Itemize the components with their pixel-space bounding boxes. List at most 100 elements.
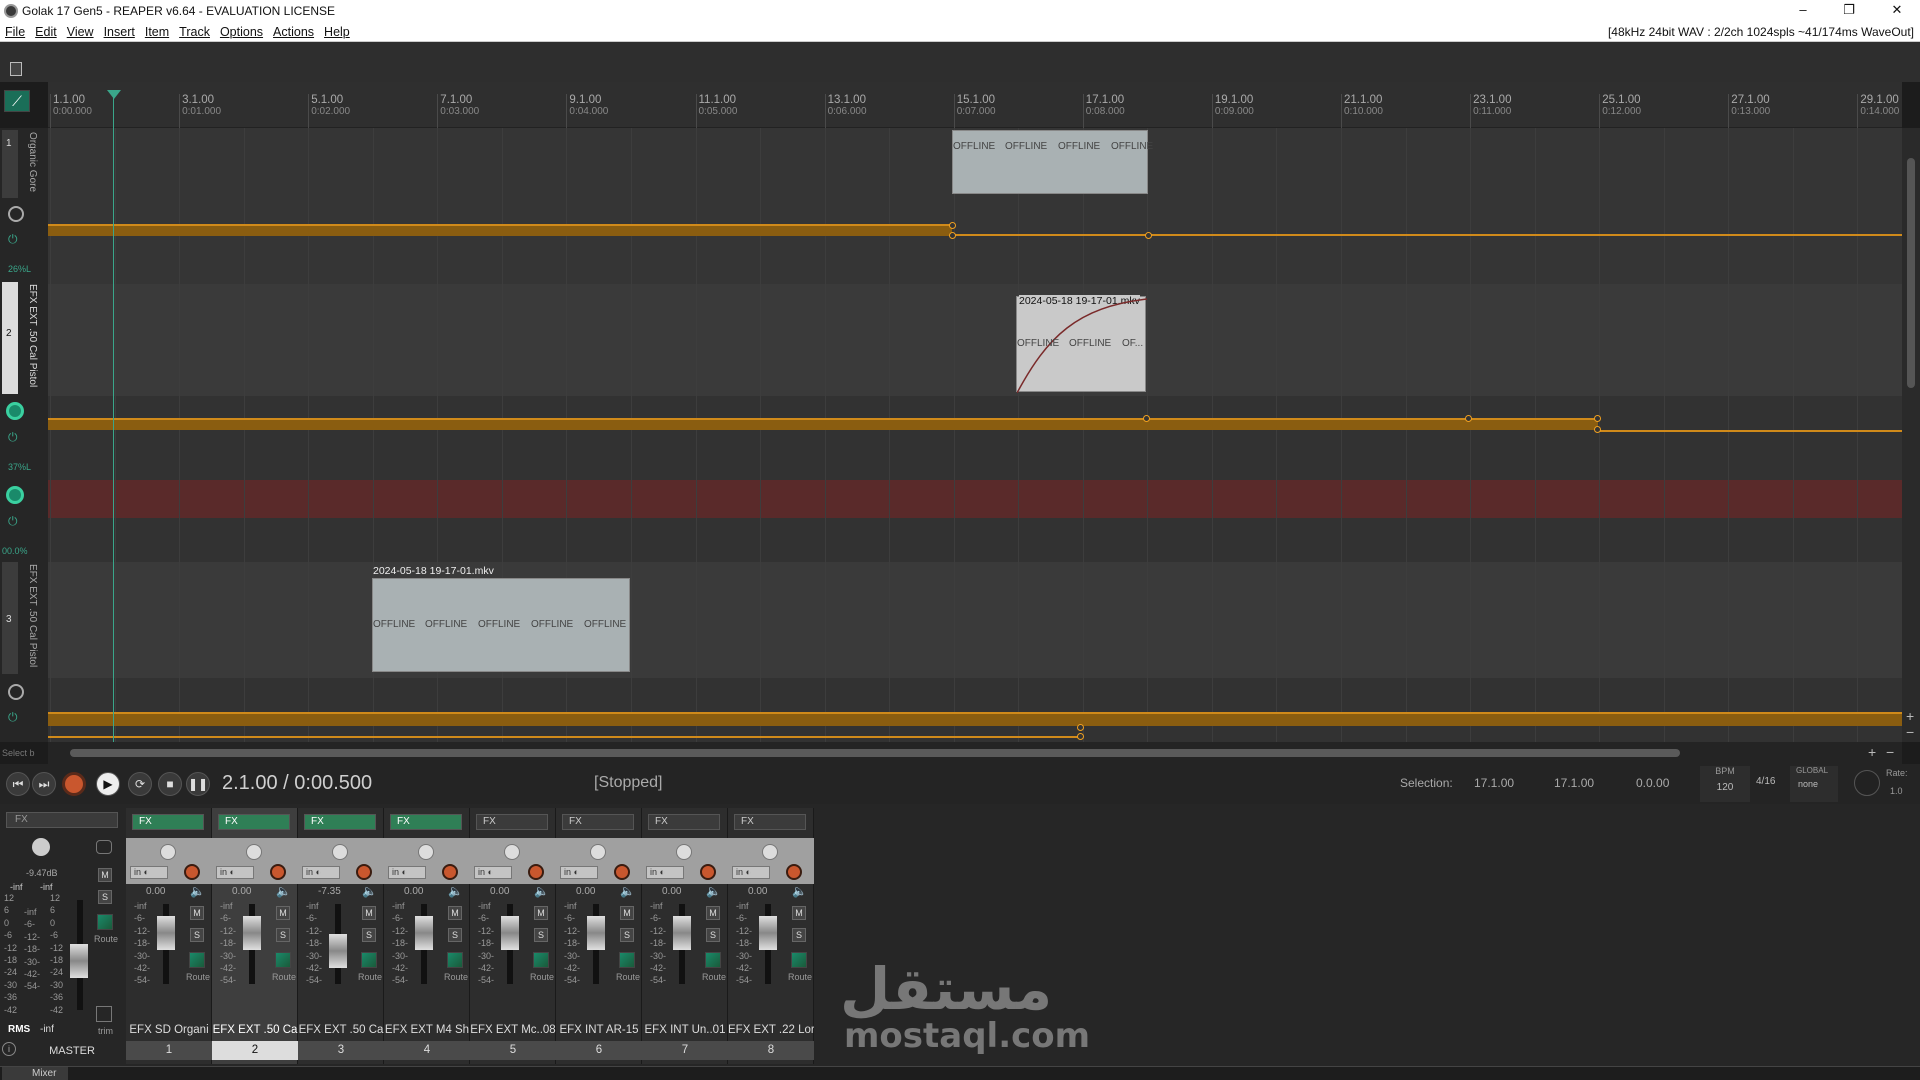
envelope-line[interactable]	[48, 736, 1080, 738]
envelope-point[interactable]	[1145, 232, 1152, 239]
envelope-point[interactable]	[1077, 733, 1084, 740]
input-select[interactable]: in ◐	[216, 866, 254, 879]
mute-button[interactable]: M	[448, 906, 462, 920]
ruler-label[interactable]: 17.1.00 0:08.000	[1083, 94, 1125, 118]
track-name[interactable]: EFX INT Un..01	[642, 1024, 728, 1036]
ruler-label[interactable]: 25.1.00 0:12.000	[1599, 94, 1641, 118]
volume-readout[interactable]: 0.00	[490, 886, 509, 897]
pan-knob[interactable]	[590, 844, 606, 860]
channel-strip[interactable]: FX in ◐ 0.00 🔈 -inf -6- -12- -18- -30- -…	[470, 808, 556, 1064]
global-automation-box[interactable]: GLOBAL none	[1790, 766, 1838, 802]
envelope-point[interactable]	[1594, 415, 1601, 422]
stop-button[interactable]: ■	[158, 772, 182, 796]
go-to-start-button[interactable]: ⏮	[6, 772, 30, 796]
envelope-icon[interactable]	[791, 952, 807, 968]
master-volume-db[interactable]: -9.47dB	[26, 868, 58, 878]
ruler-label[interactable]: 3.1.00 0:01.000	[179, 94, 221, 118]
solo-button[interactable]: S	[190, 928, 204, 942]
speaker-icon[interactable]: 🔈	[362, 884, 377, 898]
fx-button[interactable]: FX	[562, 814, 634, 830]
mute-button[interactable]: M	[190, 906, 204, 920]
menu-options[interactable]: Options	[215, 22, 268, 42]
input-select[interactable]: in ◐	[732, 866, 770, 879]
envelope-arm-icon[interactable]	[6, 486, 24, 504]
channel-strip[interactable]: FX in ◐ 0.00 🔈 -inf -6- -12- -18- -30- -…	[126, 808, 212, 1064]
envelope-point[interactable]	[1465, 415, 1472, 422]
close-button[interactable]: ✕	[1874, 0, 1920, 22]
menu-help[interactable]: Help	[319, 22, 355, 42]
selection-length[interactable]: 0.0.00	[1636, 776, 1669, 790]
envelope-line[interactable]	[952, 234, 1902, 236]
mute-button[interactable]: M	[620, 906, 634, 920]
pan-knob[interactable]	[762, 844, 778, 860]
record-button[interactable]	[62, 772, 86, 796]
vertical-scrollbar[interactable]: + −	[1902, 128, 1920, 742]
ruler-label[interactable]: 23.1.00 0:11.000	[1470, 94, 1511, 118]
track-2-number[interactable]: 2	[2, 282, 18, 394]
volume-readout[interactable]: 0.00	[748, 886, 767, 897]
envelope-point[interactable]	[1594, 426, 1601, 433]
record-arm-icon[interactable]	[8, 684, 24, 700]
speaker-icon[interactable]: 🔈	[276, 884, 291, 898]
go-to-end-button[interactable]: ⏭	[32, 772, 56, 796]
vertical-scroll-thumb[interactable]	[1907, 158, 1915, 388]
track-number[interactable]: 4	[384, 1041, 470, 1060]
track-number[interactable]: 3	[298, 1041, 384, 1060]
new-project-icon[interactable]	[10, 62, 22, 76]
solo-button[interactable]: S	[792, 928, 806, 942]
track-1-name[interactable]: Organic Gore	[24, 132, 38, 198]
envelope-icon[interactable]	[533, 952, 549, 968]
track-name[interactable]: EFX INT AR-15	[556, 1024, 642, 1036]
fx-button[interactable]: FX	[390, 814, 462, 830]
input-select[interactable]: in ◐	[560, 866, 598, 879]
envelope-line[interactable]	[1598, 430, 1902, 432]
time-signature[interactable]: 4/16	[1756, 776, 1775, 787]
fx-bypass-icon[interactable]: ⏻	[8, 430, 18, 445]
volume-fader[interactable]	[329, 934, 347, 968]
pan-knob[interactable]	[504, 844, 520, 860]
envelope-icon[interactable]	[705, 952, 721, 968]
rate-value[interactable]: 1.0	[1890, 786, 1903, 796]
speaker-icon[interactable]: 🔈	[706, 884, 721, 898]
media-item-track3[interactable]: 2024-05-18 19-17-01.mkv OFFLINE OFFLINE …	[372, 565, 630, 672]
channel-strip[interactable]: FX in ◐ 0.00 🔈 -inf -6- -12- -18- -30- -…	[728, 808, 814, 1064]
maximize-button[interactable]: ❐	[1826, 0, 1872, 22]
volume-readout[interactable]: 0.00	[232, 886, 251, 897]
envelope-segment[interactable]	[48, 712, 1902, 726]
ruler-label[interactable]: 27.1.00 0:13.000	[1728, 94, 1770, 118]
channel-strip[interactable]: FX in ◐ -7.35 🔈 -inf -6- -12- -18- -30- …	[298, 808, 384, 1064]
envelope-icon[interactable]	[275, 952, 291, 968]
input-select[interactable]: in ◐	[474, 866, 512, 879]
ruler-label[interactable]: 1.1.00 0:00.000	[50, 94, 92, 118]
route-button[interactable]: Route	[444, 972, 468, 982]
solo-button[interactable]: S	[620, 928, 634, 942]
master-fx-button[interactable]: FX	[6, 812, 118, 828]
mixer-tab[interactable]: Mixer	[2, 1067, 68, 1080]
media-item-track1[interactable]: OFFLINE OFFLINE OFFLINE OFFLINE	[952, 130, 1153, 194]
track-number[interactable]: 7	[642, 1041, 728, 1060]
ruler-label[interactable]: 9.1.00 0:04.000	[566, 94, 608, 118]
menu-view[interactable]: View	[62, 22, 99, 42]
route-button[interactable]: Route	[702, 972, 726, 982]
track-name[interactable]: EFX SD Organi	[126, 1024, 212, 1036]
envelope-point[interactable]	[949, 222, 956, 229]
track-lane-gap[interactable]	[48, 518, 1902, 562]
track-number[interactable]: 1	[126, 1041, 212, 1060]
volume-readout[interactable]: 0.00	[576, 886, 595, 897]
master-name[interactable]: MASTER	[20, 1042, 124, 1060]
horizontal-scrollbar[interactable]: + −	[48, 742, 1902, 764]
fx-button[interactable]: FX	[476, 814, 548, 830]
master-route-button[interactable]: Route	[94, 934, 118, 944]
track-number[interactable]: 8	[728, 1041, 814, 1060]
envelope-icon[interactable]	[447, 952, 463, 968]
volume-readout[interactable]: 0.00	[146, 886, 165, 897]
track-lane-2[interactable]	[48, 284, 1902, 396]
playhead[interactable]	[113, 92, 114, 742]
play-button[interactable]: ▶	[96, 772, 120, 796]
volume-fader[interactable]	[415, 916, 433, 950]
mute-button[interactable]: M	[706, 906, 720, 920]
envelope-point[interactable]	[1077, 724, 1084, 731]
track-name[interactable]: EFX EXT .50 Ca	[212, 1024, 298, 1036]
horizontal-scroll-thumb[interactable]	[70, 749, 1680, 757]
ruler-label[interactable]: 15.1.00 0:07.000	[954, 94, 996, 118]
